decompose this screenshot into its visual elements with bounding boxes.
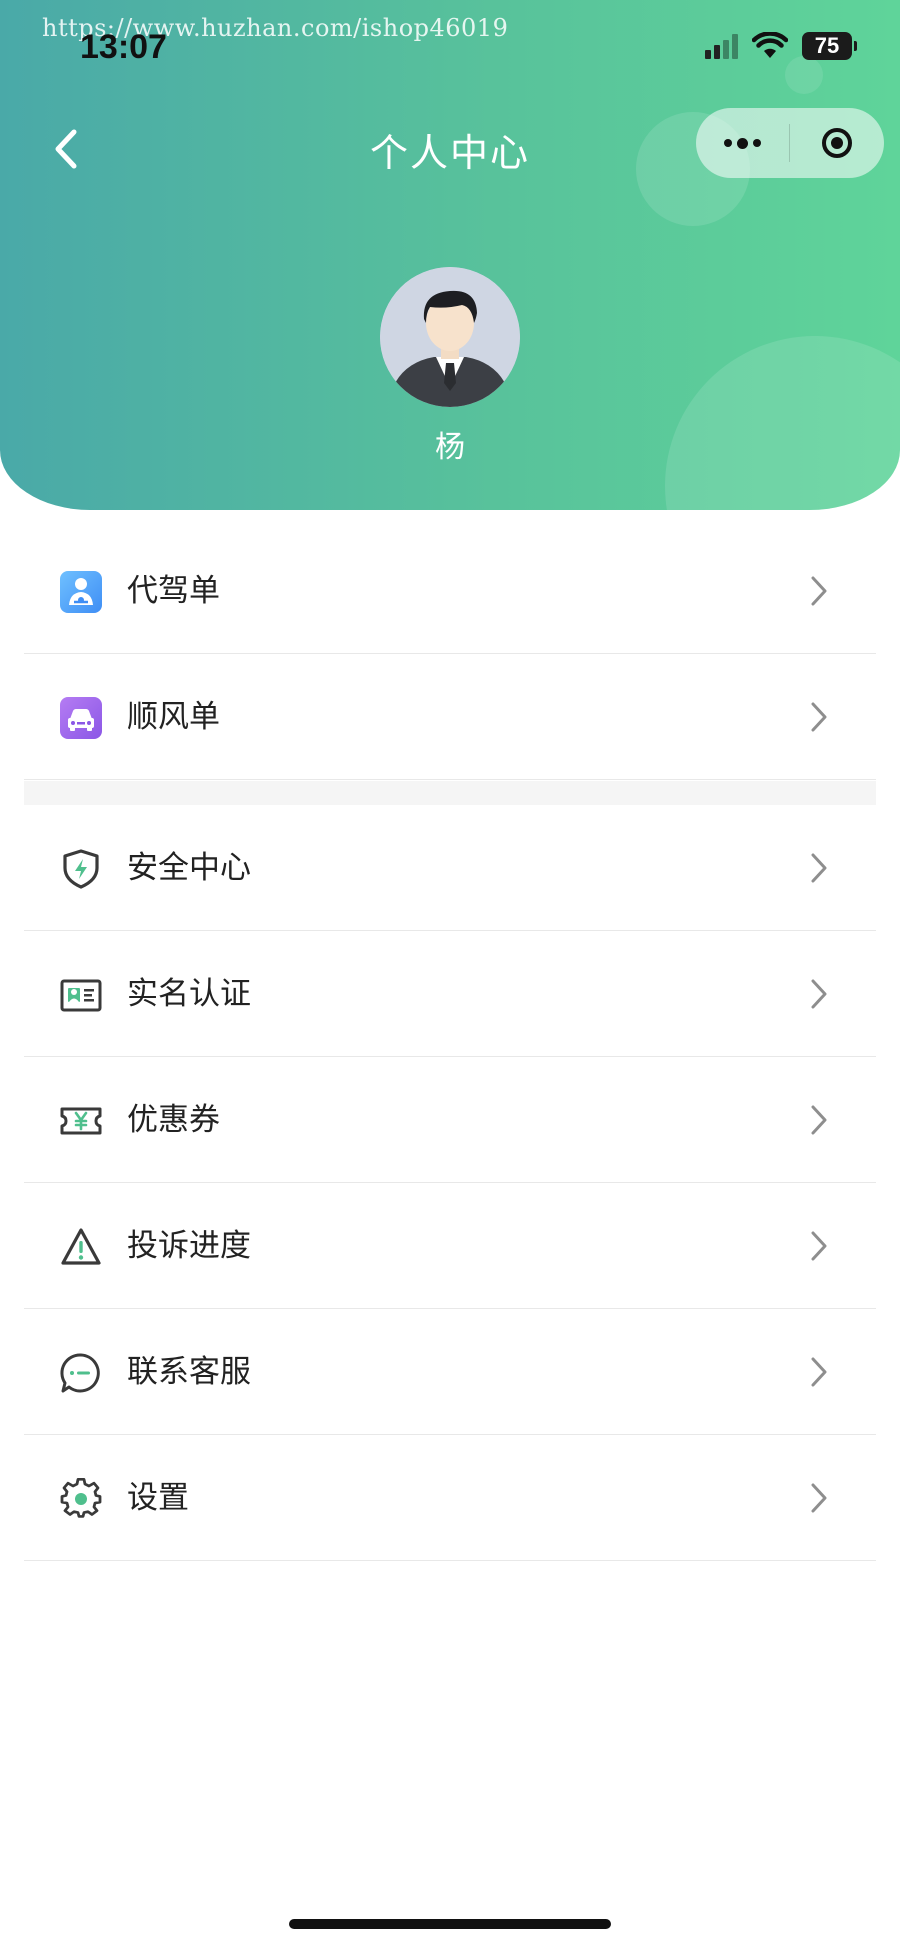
gear-icon <box>60 1478 102 1520</box>
warning-icon <box>60 1226 102 1268</box>
cellular-signal-icon <box>705 33 738 59</box>
more-dot <box>737 137 748 149</box>
menu-item-label: 联系客服 <box>127 1354 251 1390</box>
chevron-right-icon <box>811 979 827 1009</box>
more-dot <box>753 139 761 147</box>
menu-item-label: 投诉进度 <box>127 1228 251 1264</box>
wifi-icon <box>752 32 788 58</box>
chevron-right-icon <box>811 1105 827 1135</box>
target-icon <box>822 128 852 158</box>
user-avatar-icon <box>380 267 520 407</box>
chevron-right-icon <box>811 1231 827 1261</box>
close-miniprogram-button[interactable] <box>790 108 884 178</box>
menu-item-carpool-orders[interactable]: 顺风单 <box>24 654 876 780</box>
more-dot <box>724 139 732 147</box>
menu-item-designated-driver-orders[interactable]: 代驾单 <box>24 528 876 654</box>
home-indicator[interactable] <box>289 1919 611 1929</box>
menu-item-settings[interactable]: 设置 <box>24 1435 876 1561</box>
status-time: 13:07 <box>80 28 167 66</box>
menu-item-complaint-progress[interactable]: 投诉进度 <box>24 1183 876 1309</box>
chevron-right-icon <box>811 1357 827 1387</box>
menu-item-label: 代驾单 <box>127 573 220 609</box>
menu-item-label: 顺风单 <box>127 699 220 735</box>
status-icons: 75 <box>705 32 857 60</box>
id-card-icon <box>60 974 102 1016</box>
coupon-icon <box>60 1100 102 1142</box>
profile-header: https://www.huzhan.com/ishop46019 13:07 … <box>0 0 900 510</box>
chevron-right-icon <box>811 1483 827 1513</box>
decor-bubble <box>785 56 823 94</box>
section-divider <box>24 781 876 805</box>
menu-item-coupons[interactable]: 优惠券 <box>24 1057 876 1183</box>
avatar[interactable] <box>380 267 520 407</box>
chat-icon <box>60 1352 102 1394</box>
chevron-right-icon <box>811 576 827 606</box>
shield-icon <box>60 848 102 890</box>
menu-item-customer-service[interactable]: 联系客服 <box>24 1309 876 1435</box>
menu-item-label: 设置 <box>127 1480 189 1516</box>
menu-item-label: 优惠券 <box>127 1102 220 1138</box>
miniprogram-capsule <box>696 108 884 178</box>
menu-item-label: 安全中心 <box>127 850 251 886</box>
battery-icon: 75 <box>802 32 857 60</box>
chevron-right-icon <box>811 853 827 883</box>
menu-item-label: 实名认证 <box>127 976 251 1012</box>
car-icon <box>60 697 102 739</box>
menu-item-safety-center[interactable]: 安全中心 <box>24 805 876 931</box>
user-name: 杨 <box>435 430 465 465</box>
chevron-right-icon <box>811 702 827 732</box>
more-button[interactable] <box>696 108 789 178</box>
designated-driver-icon <box>60 571 102 613</box>
menu-item-identity-verification[interactable]: 实名认证 <box>24 931 876 1057</box>
